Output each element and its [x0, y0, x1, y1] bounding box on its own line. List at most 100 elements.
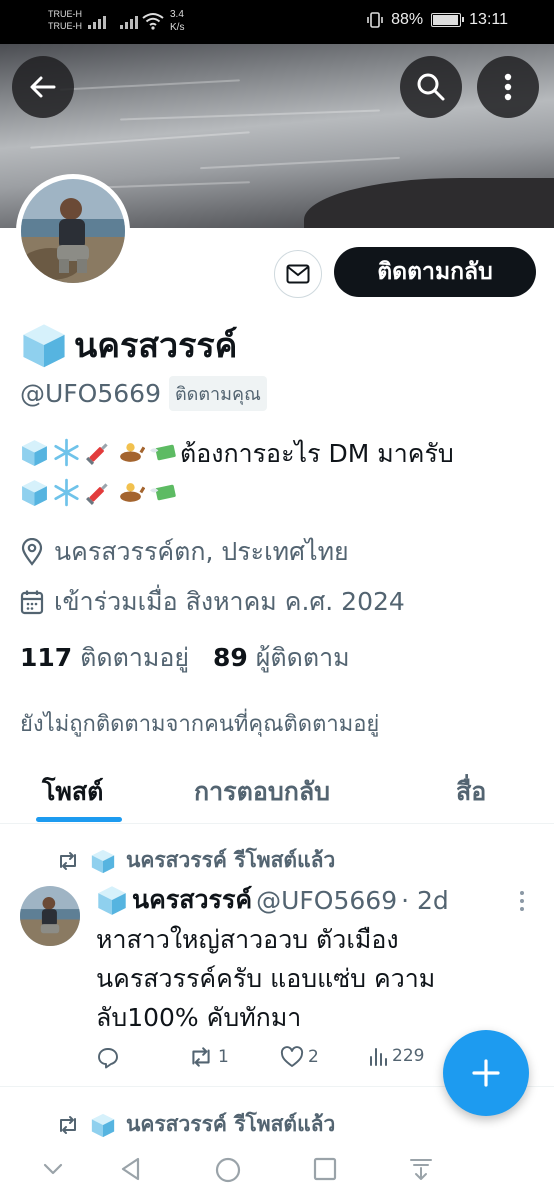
snowflake-icon: [54, 478, 79, 507]
back-button[interactable]: [12, 56, 74, 118]
status-bar: TRUE-H TRUE-H 3.4 K/s 88% 13:11: [0, 0, 554, 44]
wifi-icon: [142, 13, 164, 30]
search-button[interactable]: [400, 56, 462, 118]
followers-label: ผู้ติดตาม: [255, 643, 350, 672]
followers-link[interactable]: 89 ผู้ติดตาม: [213, 638, 350, 678]
tweet-actions: 1 2 229: [96, 1046, 446, 1074]
more-vertical-icon: [504, 73, 512, 101]
repost-count: 1: [218, 1047, 229, 1067]
compose-post-button[interactable]: [443, 1030, 529, 1116]
profile-joined: เข้าร่วมเมื่อ สิงหาคม ค.ศ. 2024: [20, 582, 405, 622]
plus-icon: [472, 1059, 500, 1087]
views-chart-icon: [370, 1048, 387, 1066]
ice-cube-icon: [98, 886, 126, 915]
following-link[interactable]: 117 ติดตามอยู่: [20, 638, 189, 678]
follow-back-button[interactable]: ติดตามกลับ: [334, 247, 536, 297]
active-tab-indicator: [36, 817, 122, 822]
status-right: 88% 13:11: [367, 11, 508, 29]
syringe-icon: [86, 483, 108, 505]
tab-replies[interactable]: การตอบกลับ: [194, 772, 330, 812]
syringe-icon: [86, 443, 108, 465]
more-button[interactable]: [477, 56, 539, 118]
view-count: 229: [392, 1046, 425, 1066]
calendar-icon: [20, 590, 44, 615]
ice-cube-icon: [23, 324, 65, 368]
profile-avatar[interactable]: [16, 174, 130, 288]
back-triangle-icon[interactable]: [118, 1156, 144, 1182]
carrier-labels: TRUE-H TRUE-H: [48, 8, 82, 32]
bio-line-1: ต้องการอะไร DM มาครับ: [20, 434, 540, 474]
search-icon: [417, 73, 445, 101]
horse-racing-icon: [120, 483, 145, 502]
carrier-1: TRUE-H: [48, 9, 82, 19]
repost-button[interactable]: 1: [188, 1046, 229, 1068]
arrow-left-icon: [30, 76, 56, 98]
tab-media[interactable]: สื่อ: [456, 772, 486, 812]
carrier-2: TRUE-H: [48, 21, 82, 31]
repost-label[interactable]: นครสวรรค์ รีโพสต์แล้ว: [126, 1108, 335, 1141]
like-button[interactable]: 2: [280, 1046, 319, 1068]
signal-icon: [88, 13, 106, 29]
tweet-more-icon[interactable]: [518, 890, 526, 912]
ice-cube-icon: [91, 1113, 115, 1137]
clock: 13:11: [469, 11, 508, 28]
repost-icon: [60, 1115, 76, 1134]
joined-text: เข้าร่วมเมื่อ สิงหาคม ค.ศ. 2024: [54, 587, 405, 616]
mail-icon: [286, 264, 310, 284]
notification-shade-icon[interactable]: [408, 1156, 434, 1182]
bio-text: ต้องการอะไร DM มาครับ: [180, 439, 454, 468]
tweet-avatar[interactable]: [20, 886, 80, 946]
snowflake-icon: [54, 438, 79, 467]
following-count: 117: [20, 643, 73, 672]
recents-square-icon[interactable]: [312, 1156, 338, 1182]
location-text: นครสวรรค์ตก, ประเทศไทย: [54, 537, 349, 566]
home-circle-icon[interactable]: [214, 1156, 242, 1184]
location-pin-icon: [21, 538, 43, 566]
ice-cube-icon: [91, 849, 115, 873]
speed-unit: K/s: [170, 22, 185, 33]
handle-row: @UFO5669 ติดตามคุณ: [20, 376, 267, 411]
followers-count: 89: [213, 643, 248, 672]
money-wings-icon: [150, 444, 176, 461]
tweet-text: หาสาวใหญ่สาวอวบ ตัวเมืองนครสวรรค์ครับ แอ…: [96, 925, 436, 1032]
profile-tabs: โพสต์ การตอบกลับ สื่อ: [0, 758, 554, 824]
display-name: นครสวรรค์: [74, 326, 238, 366]
message-button[interactable]: [274, 250, 322, 298]
repost-indicator: นครสวรรค์ รีโพสต์แล้ว: [56, 1108, 335, 1141]
tweet-author-handle[interactable]: @UFO5669: [256, 886, 397, 915]
chevron-down-icon[interactable]: [40, 1156, 66, 1182]
horse-racing-icon: [120, 443, 145, 462]
ice-cube-icon: [22, 440, 47, 466]
not-followed-note: ยังไม่ถูกติดตามจากคนที่คุณติดตามอยู่: [20, 712, 380, 737]
repost-label[interactable]: นครสวรรค์ รีโพสต์แล้ว: [126, 844, 335, 877]
profile-location: นครสวรรค์ตก, ประเทศไทย: [20, 532, 349, 572]
tweet-header: นครสวรรค์ @UFO5669 · 2d: [96, 880, 536, 920]
views-button[interactable]: 229: [368, 1046, 424, 1066]
follow-counts: 117 ติดตามอยู่ 89 ผู้ติดตาม: [20, 638, 350, 678]
battery-percent: 88%: [391, 11, 424, 28]
heart-icon: [280, 1046, 304, 1067]
profile-handle: @UFO5669: [20, 379, 161, 408]
speed-value: 3.4: [170, 9, 184, 20]
avatar-photo: [21, 179, 125, 283]
profile-name-row: นครสวรรค์: [20, 318, 237, 372]
tab-posts[interactable]: โพสต์: [42, 772, 103, 812]
money-wings-icon: [150, 484, 176, 501]
system-nav-bar: [0, 1140, 554, 1200]
battery-icon: [431, 13, 465, 27]
repost-indicator: นครสวรรค์ รีโพสต์แล้ว: [56, 844, 335, 877]
follows-you-badge: ติดตามคุณ: [168, 376, 267, 411]
following-label: ติดตามอยู่: [80, 643, 190, 672]
ice-cube-icon: [22, 480, 47, 506]
profile-bio: ต้องการอะไร DM มาครับ: [20, 434, 540, 514]
avatar-photo: [20, 886, 80, 946]
repost-icon: [60, 851, 76, 870]
bio-line-2: [20, 474, 540, 514]
like-count: 2: [308, 1047, 319, 1067]
network-speed: 3.4 K/s: [170, 8, 184, 34]
reply-button[interactable]: [96, 1046, 124, 1070]
vibrate-icon: [367, 12, 383, 28]
tweet-author-name[interactable]: นครสวรรค์: [132, 880, 252, 920]
tweet-time[interactable]: · 2d: [401, 886, 449, 915]
signal-icon: [120, 13, 138, 29]
